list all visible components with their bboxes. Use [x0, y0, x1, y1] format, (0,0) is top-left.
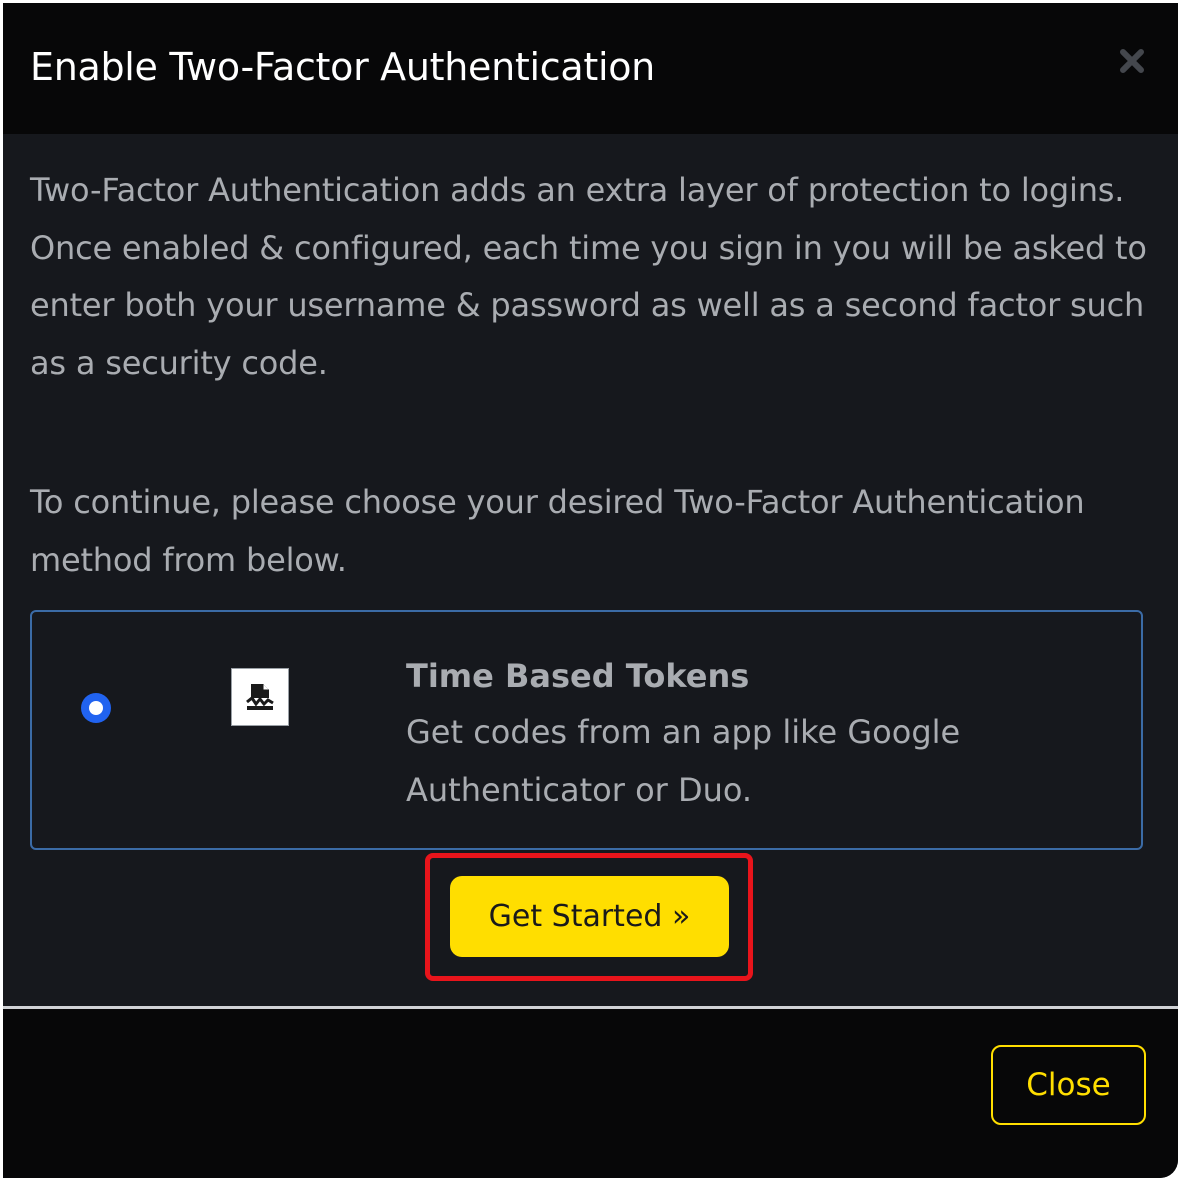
close-icon[interactable] [1115, 44, 1149, 78]
modal-header: Enable Two-Factor Authentication [3, 3, 1178, 134]
option-description: Get codes from an app like Google Authen… [406, 713, 961, 809]
instruction-text: To continue, please choose your desired … [30, 483, 1085, 579]
get-started-button[interactable]: Get Started » [450, 876, 729, 957]
method-radio[interactable] [81, 693, 111, 723]
radio-selected-dot [89, 701, 103, 715]
intro-text: Two-Factor Authentication adds an extra … [30, 171, 1147, 382]
close-button[interactable]: Close [991, 1045, 1146, 1125]
modal-title: Enable Two-Factor Authentication [30, 45, 655, 89]
method-option-time-based-tokens[interactable]: Time Based Tokens Get codes from an app … [30, 610, 1143, 850]
option-title: Time Based Tokens [406, 657, 750, 695]
two-factor-modal: Enable Two-Factor Authentication Two-Fac… [3, 3, 1178, 1178]
broken-image-icon [231, 668, 289, 726]
